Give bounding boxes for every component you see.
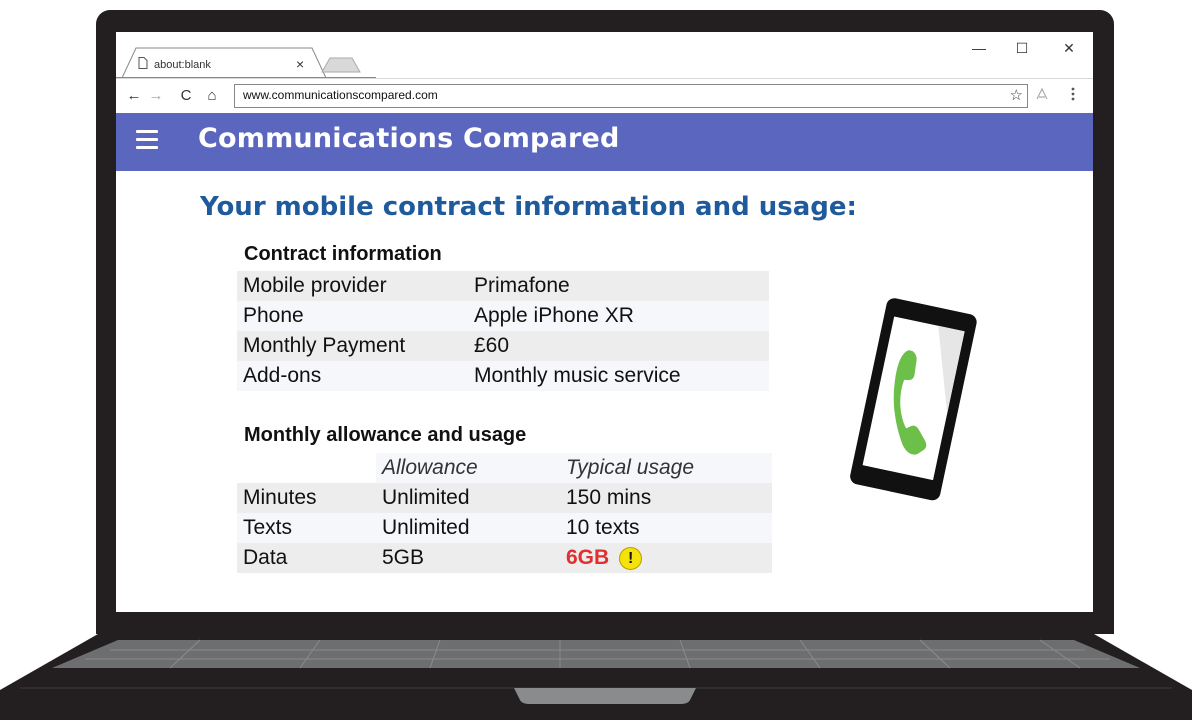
home-icon[interactable]: ⌂ — [202, 86, 222, 106]
usage-heading: Monthly allowance and usage — [244, 424, 527, 446]
contract-value: Apple iPhone XR — [468, 301, 769, 331]
tab-title[interactable]: about:blank — [154, 59, 211, 71]
usage-label: Minutes — [237, 483, 376, 513]
column-header-usage: Typical usage — [560, 453, 772, 483]
minimize-button[interactable]: — — [966, 38, 992, 58]
tab-shape — [116, 47, 376, 78]
tab-close-icon[interactable]: × — [296, 56, 304, 72]
allowance-value: Unlimited — [376, 483, 560, 513]
browser-tabstrip: about:blank × — ☐ ✕ — [116, 32, 1093, 78]
usage-value: 150 mins — [560, 483, 772, 513]
usage-table: Allowance Typical usage Minutes Unlimite… — [237, 453, 772, 573]
site-title[interactable]: Communications Compared — [198, 123, 620, 154]
contract-value: Primafone — [468, 271, 769, 301]
extension-icon[interactable] — [1034, 86, 1050, 102]
table-row: Texts Unlimited 10 texts — [237, 513, 772, 543]
page-title: Your mobile contract information and usa… — [200, 192, 857, 222]
allowance-value: Unlimited — [376, 513, 560, 543]
table-header-row: Allowance Typical usage — [237, 453, 772, 483]
contract-label: Phone — [237, 301, 468, 331]
contract-label: Mobile provider — [237, 271, 468, 301]
close-button[interactable]: ✕ — [1056, 38, 1082, 58]
allowance-value: 5GB — [376, 543, 560, 573]
usage-value: 10 texts — [560, 513, 772, 543]
column-header-allowance: Allowance — [376, 453, 560, 483]
back-icon[interactable]: ← — [124, 86, 144, 106]
url-text[interactable]: www.communicationscompared.com — [243, 88, 438, 102]
site-header: Communications Compared — [116, 113, 1093, 171]
table-row: Add-ons Monthly music service — [237, 361, 769, 391]
maximize-button[interactable]: ☐ — [1009, 38, 1035, 58]
usage-label: Data — [237, 543, 376, 573]
contract-value: Monthly music service — [468, 361, 769, 391]
contract-label: Add-ons — [237, 361, 468, 391]
warning-icon: ! — [619, 546, 643, 570]
usage-label: Texts — [237, 513, 376, 543]
page-icon — [138, 57, 148, 69]
table-row: Minutes Unlimited 150 mins — [237, 483, 772, 513]
table-row: Phone Apple iPhone XR — [237, 301, 769, 331]
hamburger-icon[interactable] — [136, 130, 158, 150]
contract-label: Monthly Payment — [237, 331, 468, 361]
contract-table: Mobile provider Primafone Phone Apple iP… — [237, 271, 769, 391]
address-bar[interactable]: www.communicationscompared.com ☆ — [234, 84, 1028, 108]
table-row: Data 5GB 6GB! — [237, 543, 772, 573]
contract-heading: Contract information — [244, 243, 442, 265]
browser-menu-icon[interactable] — [1066, 84, 1080, 104]
reload-icon[interactable]: C — [176, 86, 196, 106]
usage-value-cell: 6GB! — [560, 543, 772, 573]
forward-icon[interactable]: → — [146, 86, 166, 106]
bookmark-star-icon[interactable]: ☆ — [1010, 86, 1023, 104]
table-row: Mobile provider Primafone — [237, 271, 769, 301]
table-row: Monthly Payment £60 — [237, 331, 769, 361]
contract-value: £60 — [468, 331, 769, 361]
column-header — [237, 453, 376, 483]
usage-value-over-limit: 6GB — [566, 546, 610, 569]
phone-icon — [850, 298, 977, 501]
browser-toolbar: ← → C ⌂ www.communicationscompared.com ☆ — [116, 78, 1093, 113]
